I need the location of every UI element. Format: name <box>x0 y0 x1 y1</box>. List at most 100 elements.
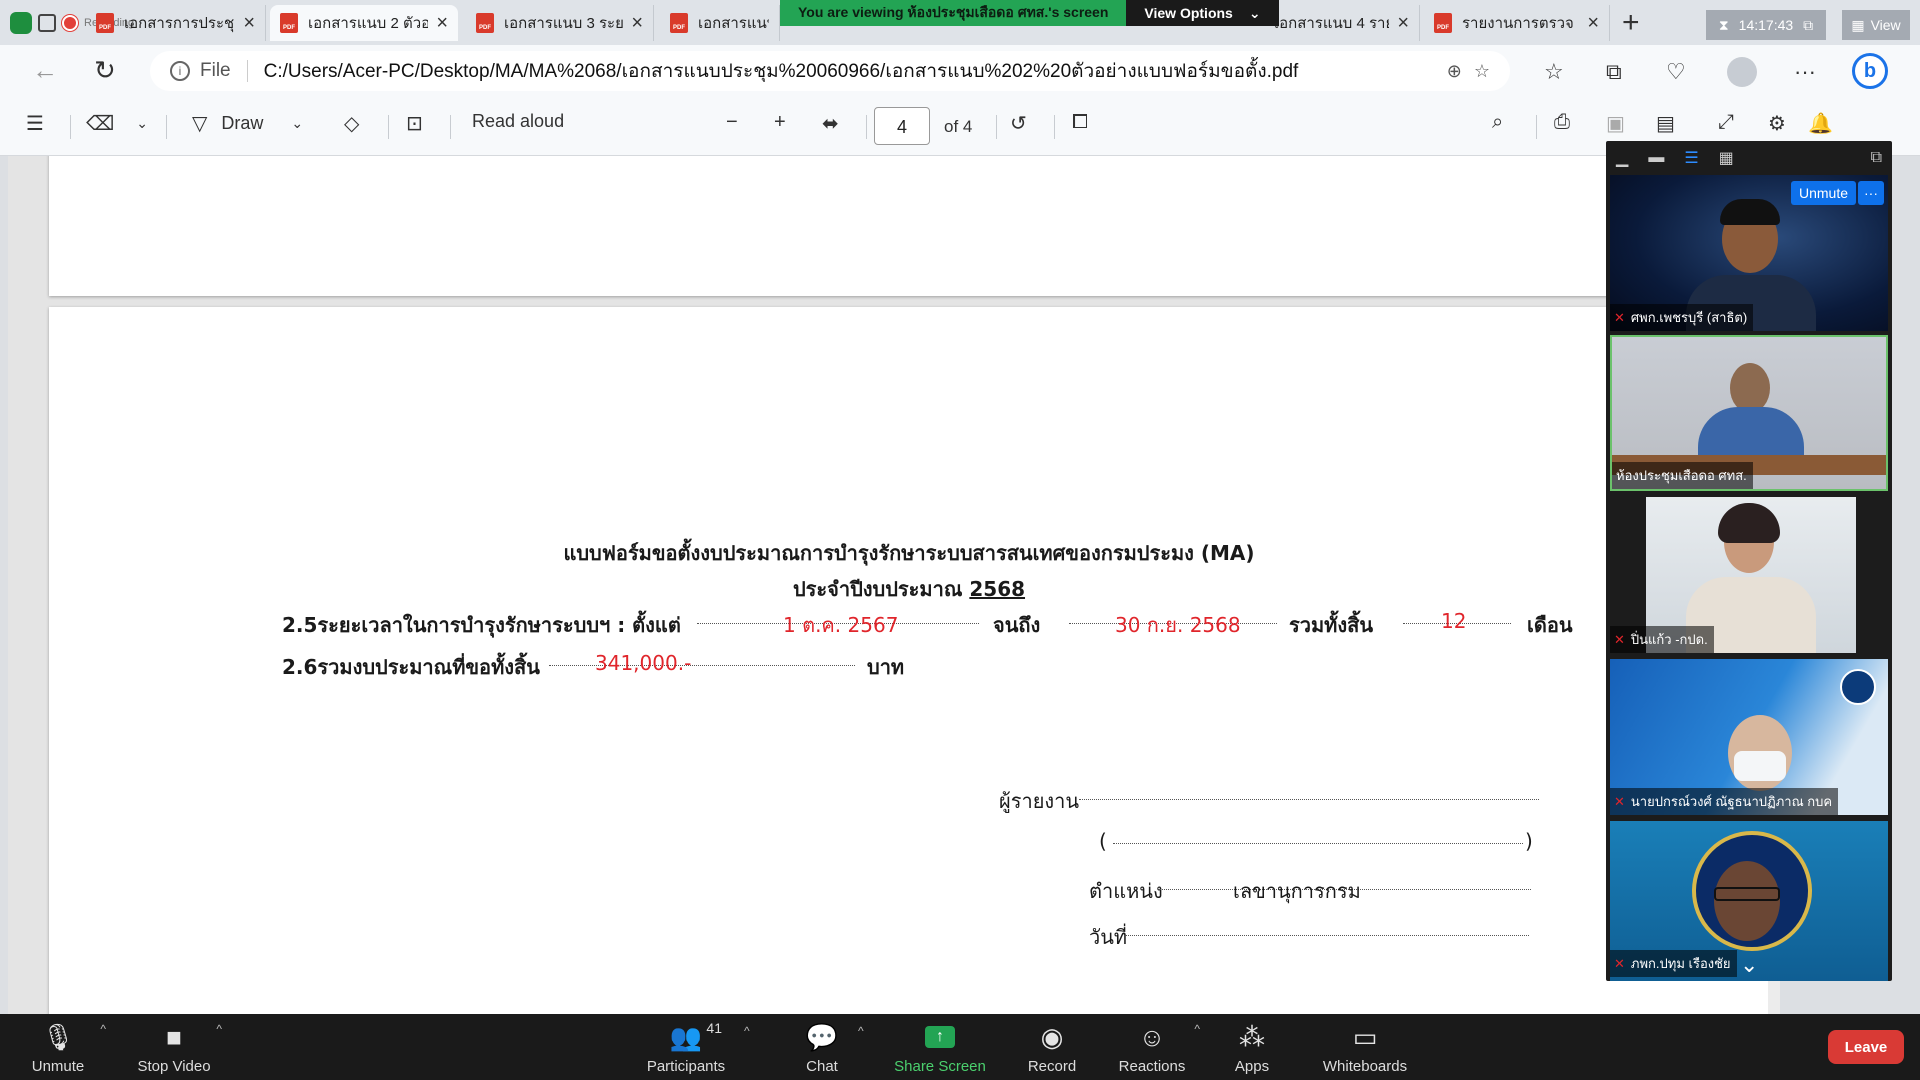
read-aloud-button[interactable]: Read aloud <box>472 111 564 132</box>
pdf-page-current: แบบฟอร์มขอตั้งงบประมาณการบำรุงรักษาระบบส… <box>49 307 1769 1014</box>
toolbar-divider <box>1536 115 1537 139</box>
unmute-button[interactable]: 🎙 ^ Unmute <box>8 1020 108 1076</box>
whiteboards-button[interactable]: ▭ Whiteboards <box>1314 1020 1416 1076</box>
stop-video-button[interactable]: ■ ^ Stop Video <box>124 1020 224 1076</box>
add-favorite-icon[interactable]: ☆ <box>1474 61 1490 82</box>
participant-name: ปิ่นแก้ว -กปด. <box>1630 632 1708 647</box>
browser-tab-1[interactable]: PDF เอกสารการประชุม × <box>86 5 266 41</box>
participant-name-tag: ✕ ปิ่นแก้ว -กปด. <box>1610 626 1714 653</box>
tab-label: รายงานการตรวจ <box>1462 15 1574 32</box>
browser-essentials-icon[interactable]: ♡ <box>1666 59 1686 85</box>
budget-unit-label: บาท <box>867 655 905 679</box>
close-tab-icon[interactable]: × <box>1397 12 1409 35</box>
toolbar-divider <box>166 115 167 139</box>
participant-tile-1[interactable]: Unmute ··· ✕ ศพก.เพชรบุรี (สาธิต) <box>1610 175 1888 331</box>
info-icon[interactable]: i <box>170 61 190 81</box>
draw-label: Draw <box>221 113 264 133</box>
view-layout-button[interactable]: ▦ View <box>1842 10 1910 40</box>
pop-out-icon[interactable]: ⧉ <box>1871 149 1882 167</box>
table-of-contents-icon[interactable]: ☰ <box>26 111 44 136</box>
share-screen-button[interactable]: ↑ Share Screen <box>890 1020 990 1075</box>
chevron-up-icon[interactable]: ^ <box>100 1022 106 1036</box>
settings-gear-icon[interactable]: ⚙ <box>1768 111 1786 136</box>
chat-chevron-up-icon[interactable]: ^ <box>858 1024 864 1038</box>
name-line <box>1113 843 1523 844</box>
leave-meeting-button[interactable]: Leave <box>1828 1030 1904 1064</box>
hide-video-icon[interactable]: ▬ <box>1648 149 1664 167</box>
close-tab-icon[interactable]: × <box>631 12 643 35</box>
chevron-up-icon[interactable]: ^ <box>216 1022 222 1036</box>
participant-tile-3[interactable]: ✕ ปิ่นแก้ว -กปด. <box>1610 497 1888 653</box>
search-icon[interactable]: ⌕ <box>1492 111 1503 134</box>
window-system-controls <box>10 12 78 34</box>
fit-to-width-icon[interactable]: ⬌ <box>822 111 839 136</box>
more-menu-icon[interactable]: ··· <box>1794 59 1816 85</box>
unmute-label: Unmute <box>31 1058 85 1075</box>
print-icon[interactable]: ⎙ <box>1554 111 1570 134</box>
gallery-view-icon[interactable]: ▦ <box>1719 148 1734 168</box>
record-button[interactable]: ◉ Record <box>1002 1020 1102 1076</box>
highlight-tool[interactable]: ⌫ ⌄ <box>86 111 148 136</box>
position-value: เลขานุการกรม <box>1233 879 1361 903</box>
close-tab-icon[interactable]: × <box>243 12 255 35</box>
save-as-icon[interactable]: ▤ <box>1656 111 1675 136</box>
participants-chevron-up-icon[interactable]: ^ <box>744 1024 750 1038</box>
minimize-icon[interactable]: ▁ <box>1616 148 1628 168</box>
toolbar-divider <box>450 115 451 139</box>
reactions-button[interactable]: ☺ ^ Reactions <box>1102 1020 1202 1076</box>
tile-more-options-button[interactable]: ··· <box>1858 181 1884 205</box>
eraser-icon[interactable]: ◇ <box>344 111 359 136</box>
page-view-icon[interactable]: ⧠ <box>1072 111 1088 134</box>
draw-tool[interactable]: ▽ Draw ⌄ <box>192 111 303 136</box>
security-shield-icon[interactable] <box>10 12 32 34</box>
stop-video-label: Stop Video <box>137 1058 211 1075</box>
chat-button[interactable]: 💬 Chat <box>772 1020 872 1076</box>
participant-tile-4[interactable]: ✕ นายปกรณ์วงศ์ ณัฐธนาปฏิภาณ กบค <box>1610 659 1888 815</box>
browser-tab-3[interactable]: PDF เอกสารแนบ 3 ระยะ × <box>466 5 654 41</box>
tile-unmute-button[interactable]: Unmute <box>1790 181 1856 205</box>
back-arrow-icon[interactable]: ← <box>32 55 58 86</box>
toolbar-divider <box>388 115 389 139</box>
speaker-view-icon[interactable]: ☰ <box>1684 148 1698 168</box>
url-field[interactable]: i File C:/Users/Acer-PC/Desktop/MA/MA%20… <box>150 51 1510 91</box>
page-number-input[interactable]: 4 <box>874 107 930 145</box>
browser-tab-6[interactable]: PDF รายงานการตรวจ × <box>1424 5 1610 41</box>
chevron-up-icon[interactable]: ^ <box>1194 1022 1200 1036</box>
participants-button[interactable]: 👥 41 Participants <box>636 1020 736 1075</box>
screen-share-banner: You are viewing ห้องประชุมเสือดอ ศทส.'s … <box>780 0 1279 26</box>
gallery-scroll-down-chevron-icon[interactable]: ⌄ <box>1740 952 1758 978</box>
mic-muted-icon: ✕ <box>1614 309 1625 325</box>
signature-line <box>1079 799 1539 800</box>
expand-icon[interactable]: ⤢ <box>1718 111 1734 134</box>
document-title: แบบฟอร์มขอตั้งงบประมาณการบำรุงรักษาระบบส… <box>563 541 1255 565</box>
bing-copilot-icon[interactable]: b <box>1852 53 1888 89</box>
collections-icon[interactable]: ⧉ <box>1606 59 1622 85</box>
zoom-magnifier-icon[interactable]: ⊕ <box>1447 61 1462 82</box>
new-tab-plus-icon[interactable]: + <box>1622 6 1640 40</box>
url-text[interactable]: C:/Users/Acer-PC/Desktop/MA/MA%2068/เอกส… <box>264 56 1435 86</box>
pdf-viewport[interactable]: แบบฟอร์มขอตั้งงบประมาณการบำรุงรักษาระบบส… <box>8 156 1778 1014</box>
participant-tile-2-active-speaker[interactable]: ห้องประชุมเสือดอ ศทส. <box>1610 335 1888 491</box>
close-tab-icon[interactable]: × <box>1587 12 1599 35</box>
browser-tab-4[interactable]: PDF เอกสารแนบ 1 <box>660 5 780 41</box>
fullscreen-icon[interactable]: ⧉ <box>1803 17 1813 34</box>
recording-indicator-icon <box>62 15 78 31</box>
rotate-icon[interactable]: ↺ <box>1010 111 1027 136</box>
close-tab-icon[interactable]: × <box>436 12 448 35</box>
view-options-button[interactable]: View Options ⌄ <box>1126 0 1279 26</box>
browser-tab-2-active[interactable]: PDF เอกสารแนบ 2 ตัวอย่าง × <box>270 5 458 41</box>
browser-tab-5[interactable]: เอกสารแนบ 4 รายการ × <box>1264 5 1420 41</box>
favorites-icon[interactable]: ☆ <box>1544 59 1564 85</box>
save-icon[interactable]: ▣ <box>1606 111 1625 136</box>
apps-button[interactable]: ⁂ Apps <box>1202 1020 1302 1076</box>
notification-bell-icon[interactable]: 🔔 <box>1808 111 1833 136</box>
reload-icon[interactable]: ↻ <box>94 55 116 86</box>
zoom-in-icon[interactable]: + <box>774 111 786 134</box>
participant-name: ศพก.เพชรบุรี (สาธิต) <box>1630 310 1748 325</box>
text-box-icon[interactable]: ⊡ <box>406 111 423 136</box>
window-restore-icon[interactable] <box>38 14 56 32</box>
zoom-out-icon[interactable]: − <box>726 111 738 134</box>
profile-avatar[interactable] <box>1727 57 1757 87</box>
url-scheme: File <box>200 60 248 82</box>
budget-value: 341,000.- <box>595 651 692 675</box>
